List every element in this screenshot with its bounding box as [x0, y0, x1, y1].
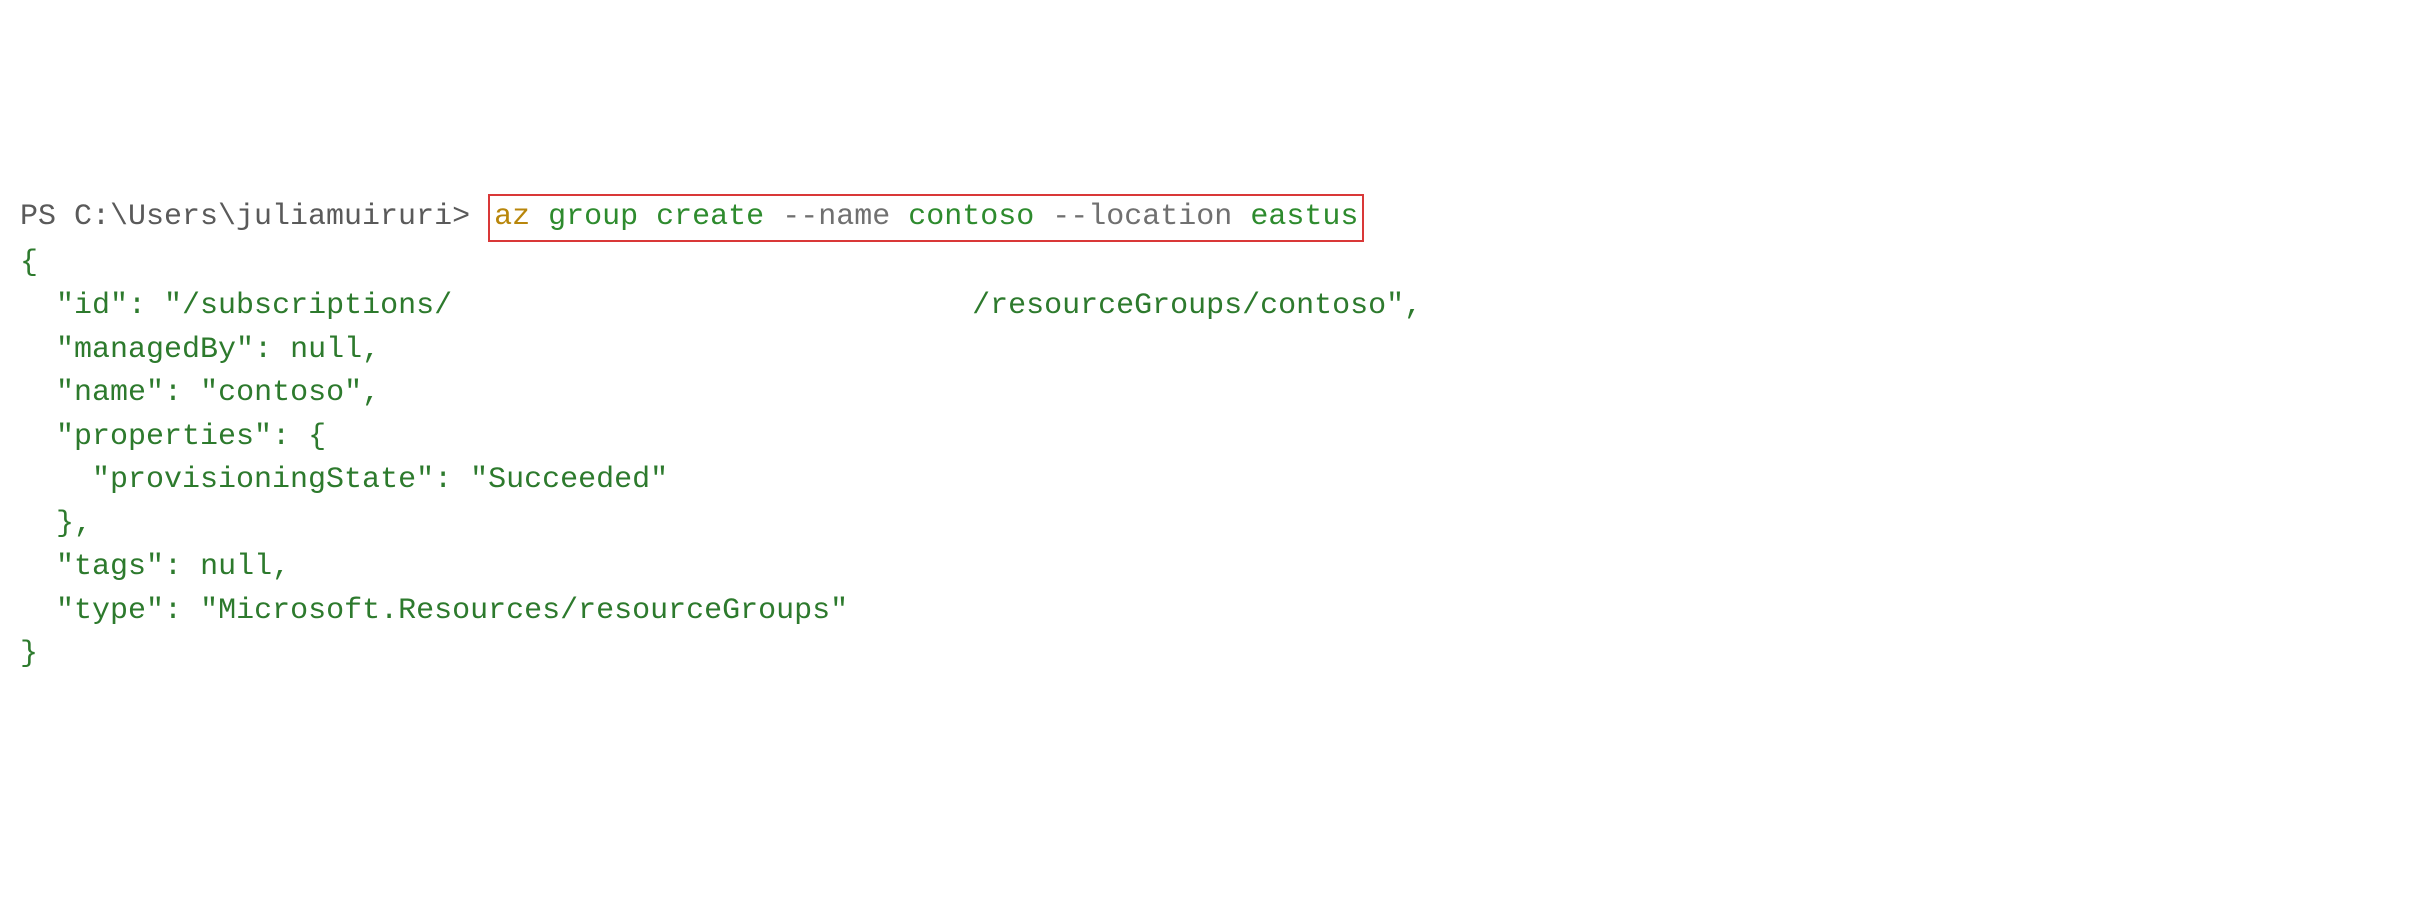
provisioningstate-value: "Succeeded" [470, 463, 668, 497]
name-flag: --name [782, 200, 890, 234]
redacted-subscription-id [452, 291, 972, 319]
name-key: "name" [56, 376, 164, 410]
colon: : [164, 550, 200, 584]
json-properties-close-line: }, [20, 503, 2410, 547]
tags-value: null, [200, 550, 290, 584]
properties-key: "properties" [56, 420, 272, 454]
colon: : [164, 594, 200, 628]
type-value: "Microsoft.Resources/resourceGroups" [200, 594, 848, 628]
json-name-line: "name": "contoso", [20, 372, 2410, 416]
type-key: "type" [56, 594, 164, 628]
terminal-output: PS C:\Users\juliamuiruri> az group creat… [20, 194, 2410, 677]
colon: : [434, 463, 470, 497]
json-provisioningstate-line: "provisioningState": "Succeeded" [20, 459, 2410, 503]
id-suffix: /resourceGroups/contoso", [972, 289, 1422, 323]
json-properties-line: "properties": { [20, 416, 2410, 460]
prompt: PS C:\Users\juliamuiruri> [20, 200, 488, 234]
managedby-value: null, [290, 333, 380, 367]
location-value: eastus [1250, 200, 1358, 234]
colon: : [254, 333, 290, 367]
json-close-brace: } [20, 633, 2410, 677]
name-value: "contoso", [200, 376, 380, 410]
json-tags-line: "tags": null, [20, 546, 2410, 590]
tags-key: "tags" [56, 550, 164, 584]
json-open-brace: { [20, 242, 2410, 286]
colon: : [272, 420, 308, 454]
provisioningstate-key: "provisioningState" [92, 463, 434, 497]
command-line: PS C:\Users\juliamuiruri> az group creat… [20, 194, 2410, 242]
managedby-key: "managedBy" [56, 333, 254, 367]
json-managedby-line: "managedBy": null, [20, 329, 2410, 373]
properties-open-brace: { [308, 420, 326, 454]
group-subcommand: group [548, 200, 638, 234]
json-id-line: "id": "/subscriptions/ /resourceGroups/c… [20, 285, 2410, 329]
properties-close-brace: }, [56, 507, 92, 541]
json-type-line: "type": "Microsoft.Resources/resourceGro… [20, 590, 2410, 634]
colon: : [128, 289, 164, 323]
colon: : [164, 376, 200, 410]
name-value: contoso [908, 200, 1034, 234]
location-flag: --location [1052, 200, 1232, 234]
id-key: "id" [56, 289, 128, 323]
command-highlight: az group create --name contoso --locatio… [488, 194, 1364, 242]
id-prefix: "/subscriptions/ [164, 289, 452, 323]
create-subcommand: create [656, 200, 764, 234]
az-command: az [494, 200, 530, 234]
